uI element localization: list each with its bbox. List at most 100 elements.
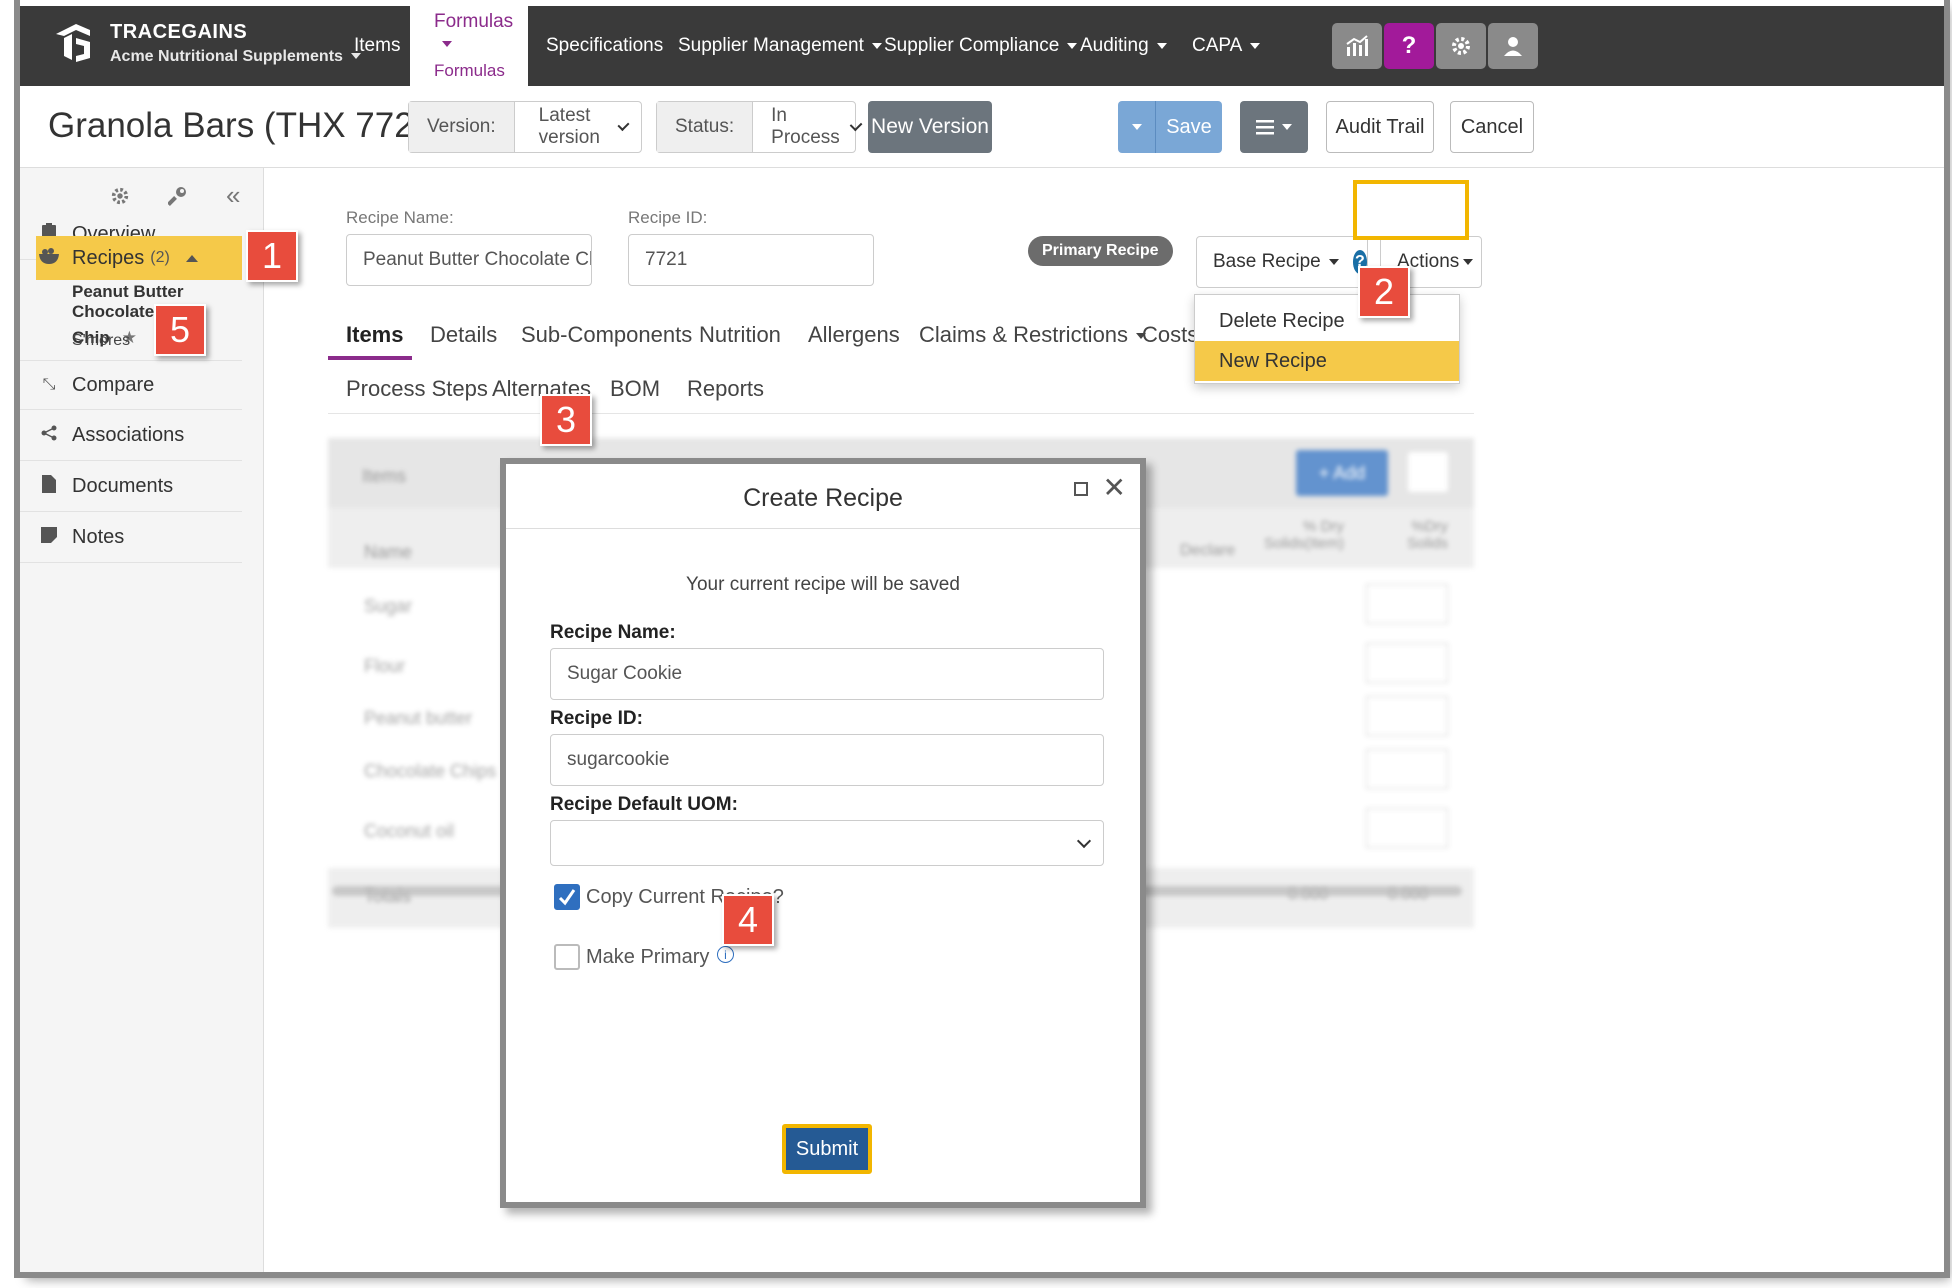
recipe-id-input[interactable]: 7721 [628, 234, 874, 286]
callout-4: 4 [722, 894, 774, 946]
tab-costs[interactable]: Costs [1142, 322, 1198, 348]
close-icon[interactable]: ✕ [1103, 474, 1126, 502]
company-name: Acme Nutritional Supplements [110, 47, 343, 65]
modal-recipe-id-label: Recipe ID: [550, 708, 643, 729]
add-item-button[interactable]: + Add [1296, 450, 1388, 496]
version-value: Latest version [538, 105, 600, 148]
caret-down-icon [871, 43, 882, 49]
tab-details[interactable]: Details [430, 322, 497, 348]
nav-supplier-management[interactable]: Supplier Management [678, 6, 882, 86]
dry-solids-header: %Dry Solids [1407, 518, 1448, 552]
brand[interactable]: TRACEGAINS Acme Nutritional Supplements [50, 20, 361, 66]
checkmark-icon [558, 889, 576, 906]
table-row: Coconut oil [364, 821, 455, 841]
analytics-button[interactable] [1332, 23, 1382, 69]
gear-icon[interactable] [110, 186, 130, 212]
status-select[interactable]: Status: In Process [656, 101, 863, 153]
nav-items-label: Items [354, 35, 401, 56]
sidebar-item-label: Notes [72, 526, 125, 548]
status-label: Status: [657, 102, 754, 152]
modal-uom-label: Recipe Default UOM: [550, 794, 738, 815]
table-tool-button[interactable] [1408, 452, 1448, 492]
nav-specifications[interactable]: Specifications [546, 6, 663, 86]
tab-items[interactable]: Items [346, 322, 403, 348]
menu-item-delete-recipe[interactable]: Delete Recipe [1195, 301, 1459, 341]
sidebar-item-recipes[interactable]: Recipes (2) [36, 236, 242, 280]
nav-items[interactable]: Items [354, 6, 400, 86]
create-recipe-dialog: Create Recipe ✕ Your current recipe will… [500, 458, 1146, 1208]
sidebar-tools: « [110, 180, 240, 212]
version-select[interactable]: Version: Latest version [408, 101, 642, 153]
callout-1: 1 [246, 230, 298, 282]
tab-claims-restrictions[interactable]: Claims & Restrictions [919, 322, 1147, 348]
sidebar-item-notes[interactable]: Notes [20, 513, 242, 563]
sidebar-item-documents[interactable]: Documents [20, 462, 242, 512]
share-icon [38, 425, 60, 446]
user-icon [1504, 37, 1522, 56]
tab-nutrition[interactable]: Nutrition [699, 322, 781, 348]
save-label: Save [1166, 115, 1212, 138]
cancel-button[interactable]: Cancel [1450, 101, 1534, 153]
sidebar-item-associations[interactable]: Associations [20, 411, 242, 461]
sidebar-item-compare[interactable]: ⤡ Compare [20, 360, 242, 410]
user-button[interactable] [1488, 23, 1538, 69]
menu-item-new-recipe[interactable]: New Recipe [1195, 341, 1459, 381]
nav-formulas[interactable]: Formulas Formulas [410, 6, 528, 86]
modal-recipe-name-input[interactable]: Sugar Cookie [550, 648, 1104, 700]
nav-formulas-sub[interactable]: Formulas [434, 61, 505, 81]
primary-recipe-badge: Primary Recipe [1028, 236, 1173, 266]
make-primary-label: Make Primary i [586, 946, 734, 969]
recipe-name-label: Recipe Name: [346, 208, 454, 227]
make-primary-checkbox[interactable] [554, 944, 580, 970]
base-recipe-dropdown[interactable]: Base Recipe ? [1196, 236, 1368, 288]
submit-button[interactable]: Submit [782, 1124, 872, 1174]
recipe-name-input[interactable]: Peanut Butter Chocolate Chip [346, 234, 592, 286]
nav-supplier-management-label: Supplier Management [678, 35, 864, 56]
table-row: Chocolate Chips [364, 761, 497, 781]
wrench-icon[interactable] [167, 186, 188, 212]
tab-process-steps[interactable]: Process Steps [346, 376, 488, 402]
maximize-icon[interactable] [1074, 482, 1088, 496]
new-version-button[interactable]: New Version [868, 101, 992, 153]
caret-down-icon [1282, 124, 1292, 130]
nav-supplier-compliance[interactable]: Supplier Compliance [884, 6, 1078, 86]
recipe-link-smores[interactable]: S'mores [72, 332, 130, 350]
info-icon[interactable]: i [716, 946, 734, 963]
help-button[interactable]: ? [1384, 23, 1434, 69]
tab-allergens[interactable]: Allergens [808, 322, 900, 348]
tab-sub-components[interactable]: Sub-Components [521, 322, 692, 348]
nav-auditing[interactable]: Auditing [1080, 6, 1167, 86]
sidebar-item-label: Documents [72, 475, 174, 497]
items-table-header: Items [362, 466, 407, 486]
tab-bom[interactable]: BOM [610, 376, 660, 402]
make-primary-text: Make Primary [586, 946, 710, 968]
save-options-toggle[interactable] [1118, 101, 1156, 153]
modal-uom-select[interactable] [550, 820, 1104, 866]
nav-capa[interactable]: CAPA [1192, 6, 1261, 86]
copy-recipe-checkbox[interactable] [554, 884, 580, 910]
version-label: Version: [409, 102, 515, 152]
status-value: In Process [771, 105, 840, 148]
tab-reports[interactable]: Reports [687, 376, 764, 402]
chevron-down-icon [849, 118, 863, 131]
name-column-header: Name [364, 542, 413, 562]
top-navbar: TRACEGAINS Acme Nutritional Supplements … [20, 6, 1944, 86]
dry-solids-item-header: % Dry Solids(Item) [1263, 518, 1344, 552]
caret-down-icon [1067, 43, 1078, 49]
recipe-id-label: Recipe ID: [628, 208, 708, 227]
more-menu-button[interactable] [1240, 101, 1308, 153]
tab-claims-label: Claims & Restrictions [919, 322, 1129, 347]
nav-formulas-label: Formulas [434, 11, 514, 32]
collapse-icon[interactable]: « [226, 180, 240, 212]
save-button[interactable]: Save [1118, 101, 1222, 153]
dialog-title: Create Recipe [743, 484, 903, 512]
base-recipe-label: Base Recipe [1213, 251, 1321, 272]
modal-recipe-id-input[interactable]: sugarcookie [550, 734, 1104, 786]
bowl-icon [38, 247, 60, 269]
page-title: Granola Bars (THX 7721) [48, 106, 445, 145]
company-selector[interactable]: Acme Nutritional Supplements [110, 48, 361, 66]
actions-menu: Delete Recipe New Recipe [1194, 294, 1460, 384]
audit-trail-button[interactable]: Audit Trail [1326, 101, 1434, 153]
sidebar-item-label: Recipes [72, 246, 145, 269]
settings-button[interactable] [1436, 23, 1486, 69]
